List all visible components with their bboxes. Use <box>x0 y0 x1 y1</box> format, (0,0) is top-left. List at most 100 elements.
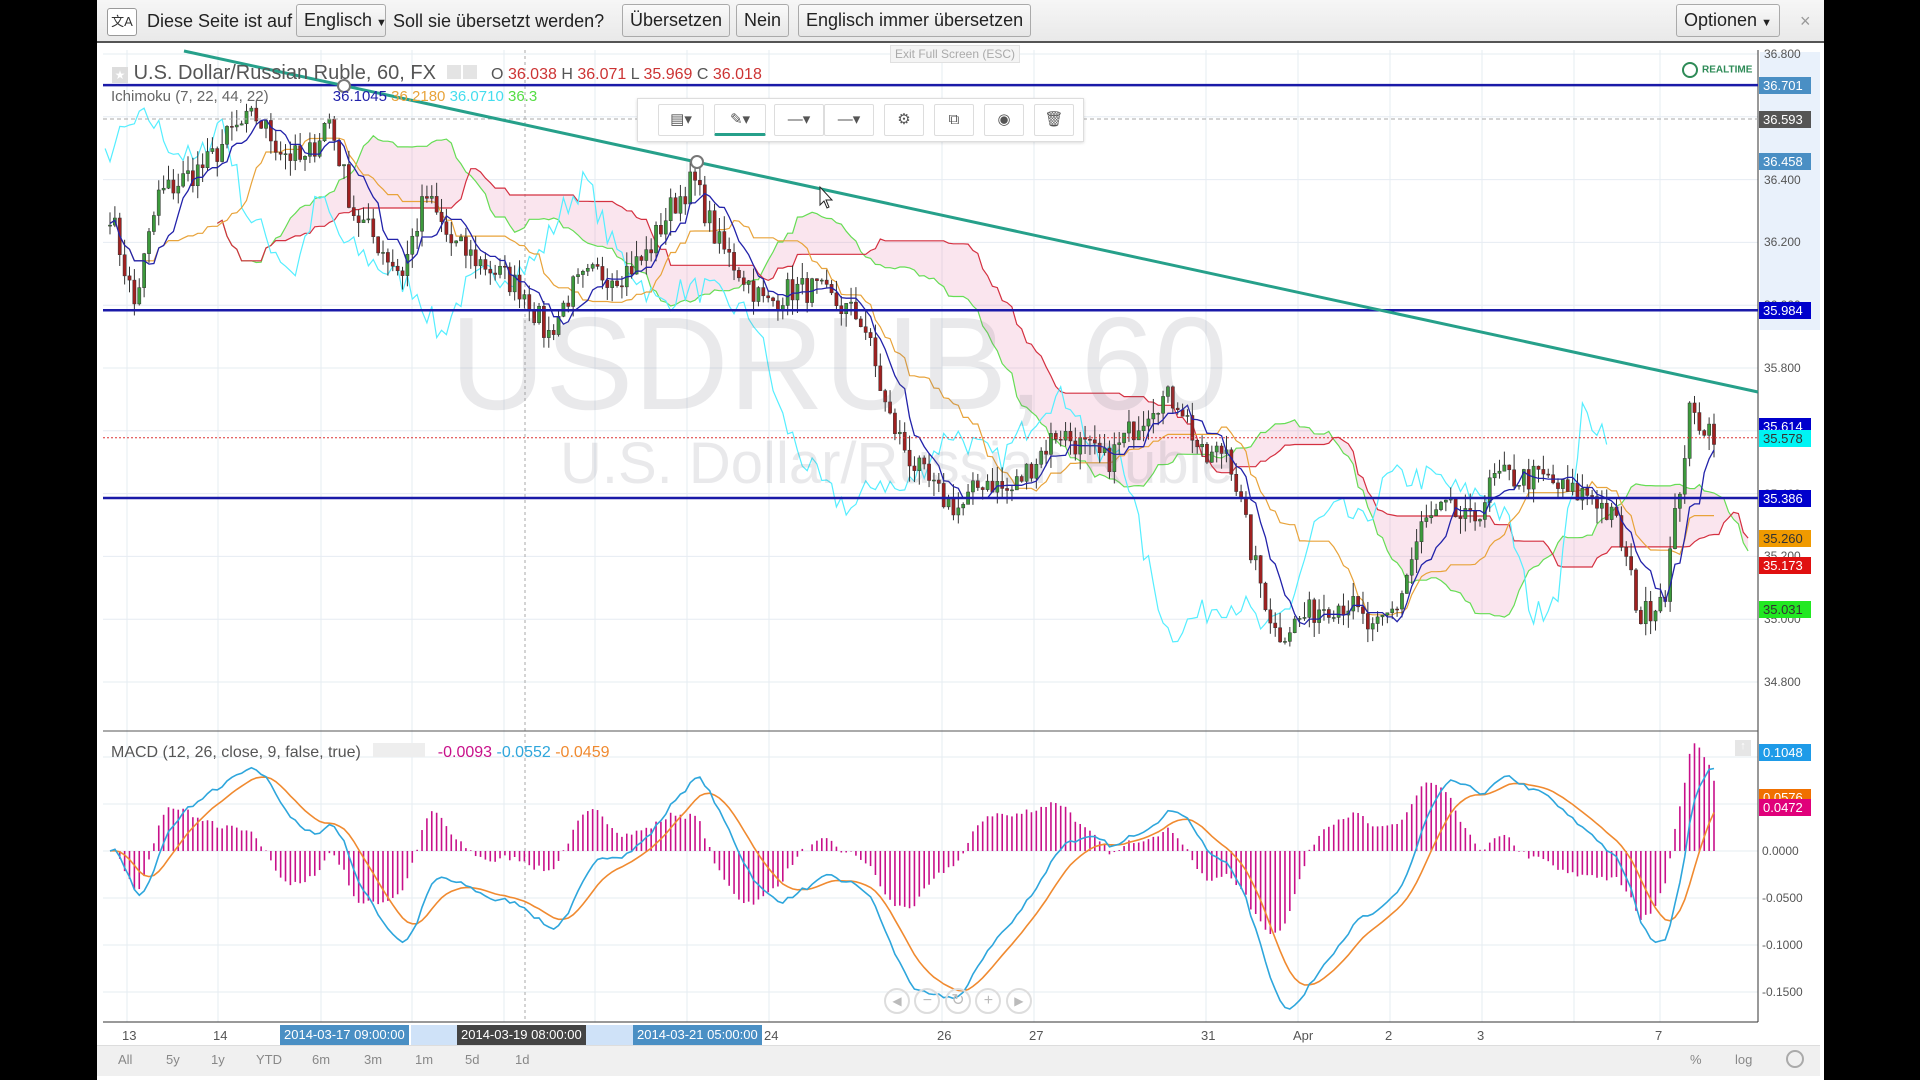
candle <box>1419 521 1424 542</box>
translate-prefix: Diese Seite ist auf <box>147 11 293 31</box>
price-tick-label: 35.800 <box>1764 361 1801 375</box>
range-button-ytd[interactable]: YTD <box>256 1052 282 1067</box>
candle <box>961 504 966 509</box>
candle <box>142 253 146 288</box>
favorite-star-icon[interactable]: ★ <box>112 67 128 83</box>
language-dropdown[interactable]: Englisch ▼ <box>296 4 387 37</box>
range-button-1y[interactable]: 1y <box>211 1052 225 1067</box>
watermark-symbol: USDRUB, 60 <box>450 290 1228 437</box>
pencil-icon[interactable]: ✎▾ <box>714 104 766 136</box>
candle <box>1341 605 1346 616</box>
settings-icon[interactable] <box>447 65 462 79</box>
candle <box>1409 559 1414 576</box>
range-bar <box>97 1045 1820 1076</box>
maximize-pane-icon[interactable]: ↑ <box>1735 740 1751 756</box>
candle <box>361 219 366 223</box>
candle <box>712 210 717 244</box>
candle <box>176 185 181 194</box>
candle <box>1444 499 1448 503</box>
candle <box>1712 423 1716 445</box>
clone-icon[interactable]: ⧉ <box>934 104 974 136</box>
percent-toggle[interactable]: % <box>1690 1052 1702 1067</box>
candle <box>454 240 459 244</box>
line-width-icon[interactable]: —▾ <box>824 104 874 136</box>
template-icon[interactable]: ▤▾ <box>658 104 704 136</box>
chart-canvas[interactable] <box>0 0 1920 1080</box>
candle <box>332 118 337 141</box>
range-button-5d[interactable]: 5d <box>465 1052 479 1067</box>
reset-icon[interactable]: ↻ <box>944 988 971 1014</box>
range-button-3m[interactable]: 3m <box>364 1052 382 1067</box>
candle <box>405 254 410 276</box>
candle <box>488 269 493 274</box>
candle <box>122 254 127 277</box>
no-button[interactable]: Nein <box>736 4 790 37</box>
candle <box>356 215 361 223</box>
macd-tick-label: -0.1500 <box>1762 985 1803 999</box>
candle <box>210 148 215 152</box>
scroll-left-icon[interactable]: ◀ <box>884 988 910 1014</box>
gear-icon[interactable] <box>463 65 478 79</box>
language-value: Englisch <box>304 10 373 30</box>
options-label: Optionen <box>1684 10 1758 30</box>
candle <box>249 107 254 112</box>
candle <box>1434 509 1438 516</box>
chart-navigation: ◀ − ↻ + ▶ <box>884 988 1032 1014</box>
candle <box>215 148 220 162</box>
range-button-5y[interactable]: 5y <box>166 1052 180 1067</box>
options-dropdown[interactable]: Optionen ▼ <box>1676 4 1780 37</box>
candle <box>473 249 478 267</box>
always-translate-button[interactable]: Englisch immer übersetzen <box>798 4 1032 37</box>
price-tick-label: 34.800 <box>1764 675 1801 689</box>
candle <box>225 126 229 145</box>
candle <box>200 164 205 169</box>
candle <box>595 264 600 267</box>
candle <box>576 274 580 277</box>
candle <box>1258 555 1263 584</box>
candle <box>668 197 673 221</box>
candle <box>1692 402 1697 413</box>
candle <box>1390 608 1395 614</box>
candle <box>1604 502 1609 520</box>
range-button-1m[interactable]: 1m <box>415 1052 433 1067</box>
eye-icon[interactable]: ◉ <box>984 104 1024 136</box>
candle <box>351 207 356 217</box>
candle <box>1478 519 1482 522</box>
candle <box>152 215 156 232</box>
price-badge: 35.984 <box>1759 302 1811 320</box>
time-label-cursor: 2014-03-19 08:00:00 <box>457 1025 586 1045</box>
log-toggle[interactable]: log <box>1735 1052 1752 1067</box>
exit-fullscreen-hint[interactable]: Exit Full Screen (ESC) <box>890 45 1021 63</box>
candle <box>1682 458 1687 495</box>
candle <box>244 110 249 125</box>
candle <box>283 153 288 155</box>
range-button-6m[interactable]: 6m <box>312 1052 330 1067</box>
candle <box>220 144 224 162</box>
zoom-out-icon[interactable]: − <box>914 988 941 1014</box>
macd-settings-icons[interactable] <box>373 743 426 757</box>
watermark-name: U.S. Dollar/Russian Ruble <box>560 431 1234 496</box>
candle <box>1302 617 1307 619</box>
candle <box>1263 582 1268 611</box>
clock-icon[interactable] <box>1786 1050 1804 1068</box>
translate-button[interactable]: Übersetzen <box>622 4 731 37</box>
scroll-right-icon[interactable]: ▶ <box>1005 988 1032 1014</box>
price-badge: 35.260 <box>1759 529 1811 547</box>
candle <box>717 231 722 244</box>
zoom-in-icon[interactable]: + <box>975 988 1002 1014</box>
candle <box>1370 623 1375 630</box>
candle <box>590 264 595 269</box>
close-translate-button[interactable]: × <box>1800 11 1811 32</box>
price-badge: 35.578 <box>1759 429 1811 447</box>
close-label: C <box>696 66 709 83</box>
trash-icon[interactable]: 🗑 <box>1034 104 1074 136</box>
candle <box>1536 465 1541 470</box>
range-button-1d[interactable]: 1d <box>515 1052 529 1067</box>
candle <box>1609 506 1614 520</box>
range-button-all[interactable]: All <box>118 1052 132 1067</box>
candle <box>1385 612 1390 616</box>
candle <box>273 140 278 153</box>
candle <box>956 507 961 516</box>
gear-icon[interactable]: ⚙ <box>884 104 924 136</box>
line-style-icon[interactable]: —▾ <box>774 104 824 136</box>
